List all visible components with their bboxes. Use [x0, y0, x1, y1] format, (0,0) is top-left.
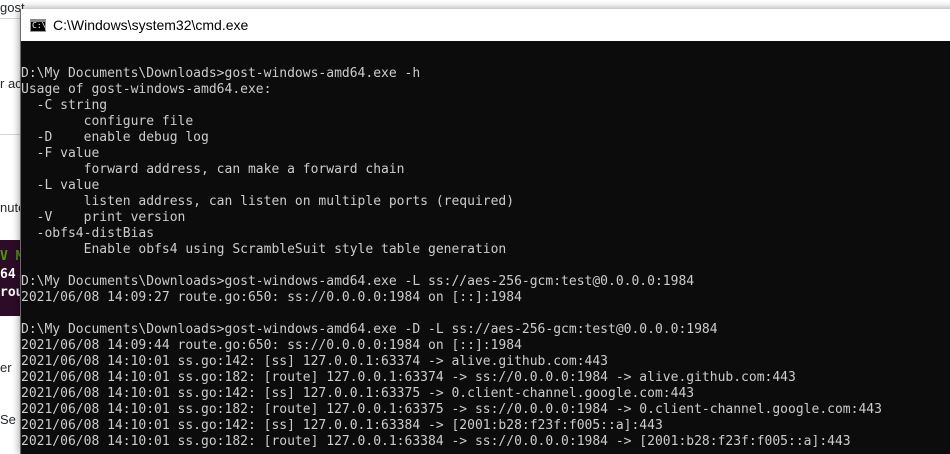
- cmd-icon: C:\: [30, 18, 47, 32]
- console-line: -C string: [21, 98, 108, 113]
- console-line: -V print version: [21, 210, 186, 225]
- console-line: 2021/06/08 14:10:01 ss.go:142: [ss] 127.…: [21, 386, 695, 401]
- background-sidebar-text: er: [0, 360, 12, 375]
- console-line: Usage of gost-windows-amd64.exe:: [21, 82, 272, 97]
- console-line: listen address, can listen on multiple p…: [21, 194, 515, 209]
- background-terminal-line: rou: [0, 285, 20, 300]
- console-line: Enable obfs4 using ScrambleSuit style ta…: [21, 242, 507, 257]
- console-line: -obfs4-distBias: [21, 226, 155, 241]
- console-line: 2021/06/08 14:09:44 route.go:650: ss://0…: [21, 338, 522, 353]
- console-line: -F value: [21, 146, 100, 161]
- console-line: -D enable debug log: [21, 130, 209, 145]
- background-sidebar-text: r ac: [0, 76, 22, 91]
- console-line: D:\My Documents\Downloads>gost-windows-a…: [21, 322, 718, 337]
- console-output[interactable]: D:\My Documents\Downloads>gost-windows-a…: [21, 50, 950, 454]
- console-line: 2021/06/08 14:10:01 ss.go:142: [ss] 127.…: [21, 354, 608, 369]
- console-line: 2021/06/08 14:10:01 ss.go:182: [route] 1…: [21, 434, 851, 449]
- background-terminal-line: 64: [0, 267, 16, 282]
- background-divider: [0, 18, 20, 19]
- console-line: D:\My Documents\Downloads>gost-windows-a…: [21, 66, 421, 81]
- console-line: -L value: [21, 178, 100, 193]
- background-divider: [0, 134, 20, 135]
- window-title-bar[interactable]: C:\ C:\Windows\system32\cmd.exe: [21, 9, 950, 41]
- console-line: 2021/06/08 14:10:01 ss.go:182: [route] 1…: [21, 402, 882, 417]
- console-line: 2021/06/08 14:09:27 route.go:650: ss://0…: [21, 290, 522, 305]
- console-line: 2021/06/08 14:10:01 ss.go:142: [ss] 127.…: [21, 418, 663, 433]
- background-terminal: V M 64 rou: [0, 240, 20, 316]
- background-terminal-line: V M: [0, 249, 20, 264]
- console-line: forward address, can make a forward chai…: [21, 162, 405, 177]
- window-title: C:\Windows\system32\cmd.exe: [53, 17, 249, 33]
- background-sidebar-text: Se: [0, 412, 16, 427]
- console-line: D:\My Documents\Downloads>gost-windows-a…: [21, 274, 695, 289]
- console-line: configure file: [21, 114, 194, 129]
- console-line: 2021/06/08 14:10:01 ss.go:182: [route] 1…: [21, 370, 796, 385]
- cmd-window[interactable]: C:\ C:\Windows\system32\cmd.exe D:\My Do…: [20, 9, 950, 454]
